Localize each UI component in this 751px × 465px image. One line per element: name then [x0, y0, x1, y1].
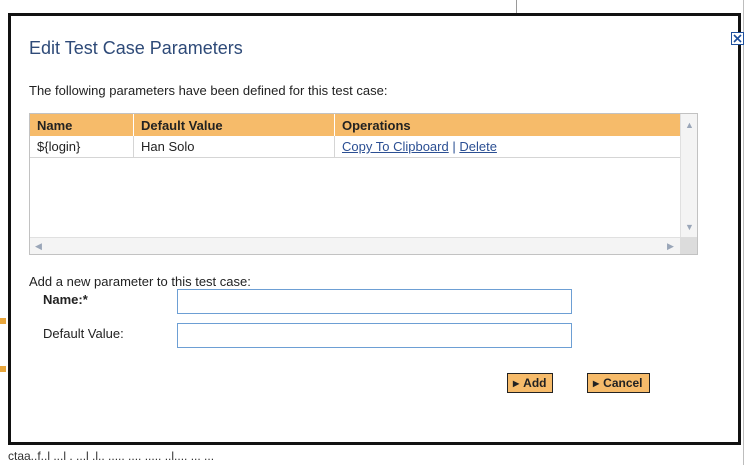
parameters-intro-text: The following parameters have been defin… — [29, 83, 388, 98]
operations-separator: | — [452, 139, 456, 154]
parameter-name-cell: ${login} — [30, 136, 134, 158]
name-label: Name:* — [43, 292, 88, 307]
chevron-right-icon[interactable]: ▶ — [667, 241, 674, 251]
parameters-grid: Name Default Value Operations ${login} H… — [29, 113, 698, 255]
table-header-row: Name Default Value Operations — [30, 114, 682, 136]
parameters-table: Name Default Value Operations ${login} H… — [30, 114, 682, 158]
close-icon — [733, 34, 742, 43]
dialog-title: Edit Test Case Parameters — [29, 38, 243, 58]
add-button[interactable]: ▶ Add — [507, 373, 554, 393]
parameter-default-cell: Han Solo — [133, 136, 335, 158]
background-page-edge — [743, 0, 751, 465]
background-accent-mark — [0, 318, 6, 324]
background-text: ctaa..f..l ...l . ...l .l.. ..... .... .… — [8, 449, 215, 463]
name-input[interactable] — [177, 289, 572, 314]
cancel-button[interactable]: ▶ Cancel — [587, 373, 650, 393]
column-header-operations: Operations — [334, 114, 682, 136]
cancel-button-label: Cancel — [603, 376, 643, 390]
table-row: ${login} Han Solo Copy To Clipboard | De… — [30, 136, 682, 158]
chevron-left-icon[interactable]: ◀ — [35, 241, 42, 251]
background-divider — [516, 0, 517, 14]
triangle-right-icon: ▶ — [513, 379, 520, 388]
chevron-down-icon[interactable]: ▼ — [685, 222, 694, 232]
vertical-scrollbar[interactable]: ▲ ▼ — [680, 114, 697, 238]
scrollbar-corner — [680, 237, 697, 254]
operations-cell: Copy To Clipboard | Delete — [334, 136, 682, 158]
column-header-name: Name — [30, 114, 134, 136]
column-header-default-value: Default Value — [133, 114, 335, 136]
default-value-label: Default Value: — [43, 326, 124, 341]
add-button-label: Add — [523, 376, 547, 390]
close-button[interactable] — [731, 32, 744, 45]
edit-parameters-dialog: Edit Test Case Parameters The following … — [8, 13, 744, 445]
triangle-right-icon: ▶ — [593, 379, 600, 388]
copy-to-clipboard-link[interactable]: Copy To Clipboard — [342, 139, 449, 154]
delete-link[interactable]: Delete — [459, 139, 497, 154]
add-parameter-heading: Add a new parameter to this test case: — [29, 274, 251, 289]
background-accent-mark — [0, 366, 6, 372]
default-value-input[interactable] — [177, 323, 572, 348]
horizontal-scrollbar[interactable]: ◀ ▶ — [30, 237, 682, 254]
chevron-up-icon[interactable]: ▲ — [685, 120, 694, 130]
